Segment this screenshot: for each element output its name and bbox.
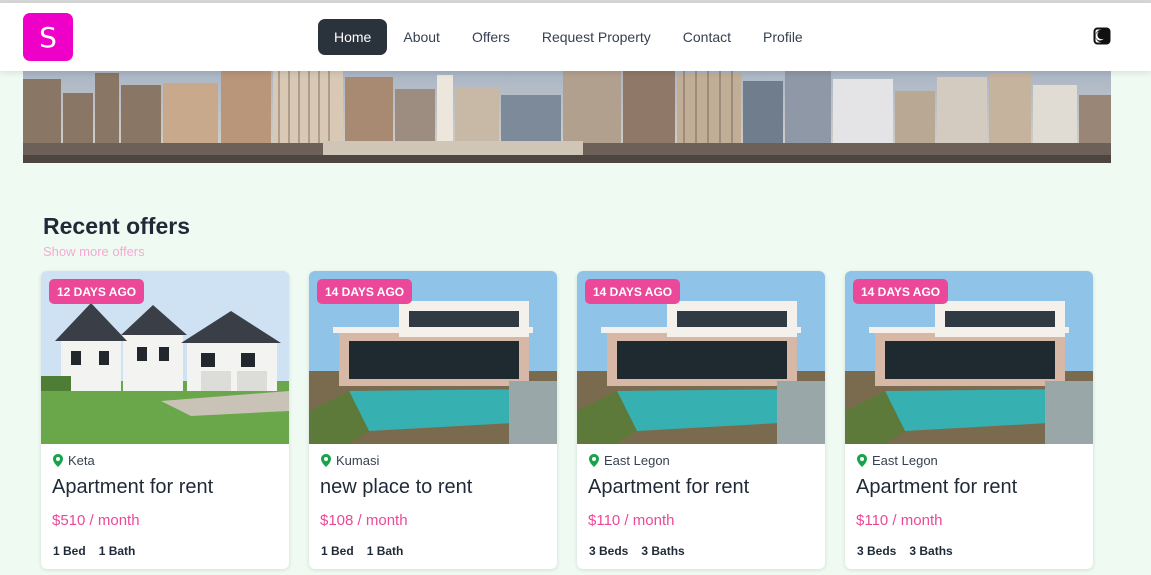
card-price: $110 / month — [856, 512, 943, 529]
card-price: $510 / month — [52, 512, 140, 529]
card-title: Apartment for rent — [52, 476, 214, 498]
card-price: $108 / month — [320, 512, 408, 529]
card-location: Keta — [53, 453, 95, 468]
location-pin-icon — [321, 454, 331, 467]
nav-request-property[interactable]: Request Property — [526, 19, 667, 55]
location-label: East Legon — [872, 453, 938, 468]
card-title: new place to rent — [320, 476, 473, 498]
offer-card[interactable]: 14 DAYS AGO East Legon Apartment for ren… — [577, 271, 825, 569]
card-location: East Legon — [589, 453, 670, 468]
card-title: Apartment for rent — [856, 476, 1018, 498]
beds-count: 3 Beds — [857, 544, 897, 558]
location-label: Keta — [68, 453, 95, 468]
baths-count: 1 Bath — [366, 544, 404, 558]
card-location: East Legon — [857, 453, 938, 468]
card-title: Apartment for rent — [588, 476, 750, 498]
location-pin-icon — [857, 454, 867, 467]
logo-letter: S — [39, 20, 57, 54]
beds-count: 1 Bed — [321, 544, 354, 558]
location-pin-icon — [589, 454, 599, 467]
card-features: 3 Beds 3 Baths — [589, 544, 698, 558]
nav-home[interactable]: Home — [318, 19, 388, 55]
nav-offers[interactable]: Offers — [456, 19, 526, 55]
posted-age-badge: 12 DAYS AGO — [49, 279, 145, 304]
nav-menu: Home About Offers Request Property Conta… — [318, 19, 819, 55]
offer-card[interactable]: 14 DAYS AGO Kumasi new place to rent $10… — [309, 271, 557, 569]
posted-age-badge: 14 DAYS AGO — [853, 279, 949, 304]
location-pin-icon — [53, 454, 63, 467]
beds-count: 1 Bed — [53, 544, 86, 558]
moon-half-icon — [1093, 27, 1111, 45]
baths-count: 3 Baths — [641, 544, 685, 558]
beds-count: 3 Beds — [589, 544, 629, 558]
offer-card[interactable]: 14 DAYS AGO East Legon Apartment for ren… — [845, 271, 1093, 569]
section-title: Recent offers — [43, 213, 190, 239]
location-label: Kumasi — [336, 453, 380, 468]
nav-about[interactable]: About — [387, 19, 456, 55]
baths-count: 1 Bath — [98, 544, 136, 558]
card-features: 1 Bed 1 Bath — [321, 544, 416, 558]
offer-card[interactable]: 12 DAYS AGO Keta Apartment for rent $510… — [41, 271, 289, 569]
baths-count: 3 Baths — [909, 544, 953, 558]
posted-age-badge: 14 DAYS AGO — [585, 279, 681, 304]
logo[interactable]: S — [23, 13, 73, 61]
hero-image — [23, 71, 1111, 163]
theme-toggle-button[interactable] — [1093, 27, 1111, 45]
card-price: $110 / month — [588, 512, 675, 529]
nav-contact[interactable]: Contact — [667, 19, 747, 55]
card-location: Kumasi — [321, 453, 379, 468]
city-skyline-image — [23, 71, 1111, 163]
nav-profile[interactable]: Profile — [747, 19, 819, 55]
show-more-offers-link[interactable]: Show more offers — [43, 244, 145, 259]
card-features: 3 Beds 3 Baths — [857, 544, 966, 558]
navbar: S Home About Offers Request Property Con… — [0, 3, 1151, 71]
card-features: 1 Bed 1 Bath — [53, 544, 148, 558]
posted-age-badge: 14 DAYS AGO — [317, 279, 413, 304]
location-label: East Legon — [604, 453, 670, 468]
